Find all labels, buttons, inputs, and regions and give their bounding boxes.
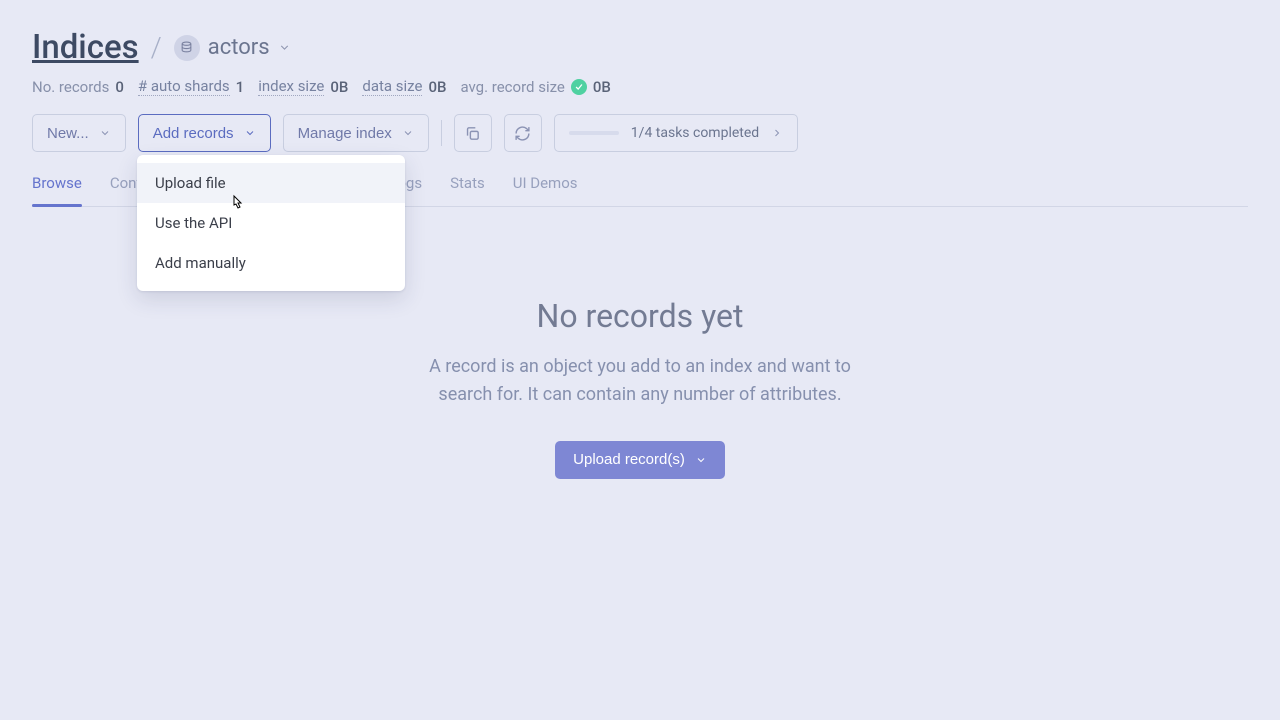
tasks-label: 1/4 tasks completed — [631, 125, 759, 141]
tasks-progress[interactable]: 1/4 tasks completed — [554, 114, 798, 152]
chevron-down-icon — [99, 127, 111, 139]
chevron-down-icon — [695, 454, 707, 466]
stat-index-size[interactable]: index size 0B — [258, 77, 348, 96]
check-icon — [571, 79, 587, 95]
breadcrumb-root-link[interactable]: Indices — [32, 28, 139, 67]
tab-browse[interactable]: Browse — [32, 174, 82, 206]
upload-records-button[interactable]: Upload record(s) — [555, 441, 725, 479]
tab-stats[interactable]: Stats — [450, 174, 485, 206]
manage-index-button[interactable]: Manage index — [283, 114, 429, 152]
add-records-dropdown: Upload file Use the API Add manually — [137, 155, 405, 291]
refresh-button[interactable] — [504, 114, 542, 152]
separator — [441, 120, 442, 146]
database-icon — [174, 35, 200, 61]
empty-body: A record is an object you add to an inde… — [410, 353, 870, 409]
dropdown-item-add-manually[interactable]: Add manually — [137, 243, 405, 283]
toolbar: New... Add records Manage index 1/4 task… — [32, 114, 1248, 152]
breadcrumb: Indices / actors — [32, 28, 1248, 67]
cursor-pointer-icon — [228, 194, 246, 214]
breadcrumb-separator: / — [151, 31, 162, 64]
new-button[interactable]: New... — [32, 114, 126, 152]
breadcrumb-current[interactable]: actors — [174, 35, 291, 61]
add-records-button[interactable]: Add records — [138, 114, 271, 152]
chevron-down-icon — [244, 127, 256, 139]
breadcrumb-current-label: actors — [208, 35, 270, 60]
stat-shards[interactable]: # auto shards 1 — [138, 77, 244, 96]
empty-state: No records yet A record is an object you… — [32, 297, 1248, 479]
tab-ui-demos[interactable]: UI Demos — [513, 174, 578, 206]
chevron-down-icon — [278, 41, 291, 54]
stat-avg-size: avg. record size 0B — [460, 78, 610, 96]
copy-icon — [464, 125, 481, 142]
stat-records: No. records 0 — [32, 78, 124, 96]
dropdown-item-upload-file[interactable]: Upload file — [137, 163, 405, 203]
empty-title: No records yet — [32, 297, 1248, 335]
refresh-icon — [514, 125, 531, 142]
copy-button[interactable] — [454, 114, 492, 152]
chevron-down-icon — [402, 127, 414, 139]
chevron-right-icon — [771, 127, 783, 139]
stats-row: No. records 0 # auto shards 1 index size… — [32, 77, 1248, 96]
dropdown-item-use-api[interactable]: Use the API — [137, 203, 405, 243]
progress-bar — [569, 131, 619, 135]
stat-data-size[interactable]: data size 0B — [362, 77, 446, 96]
